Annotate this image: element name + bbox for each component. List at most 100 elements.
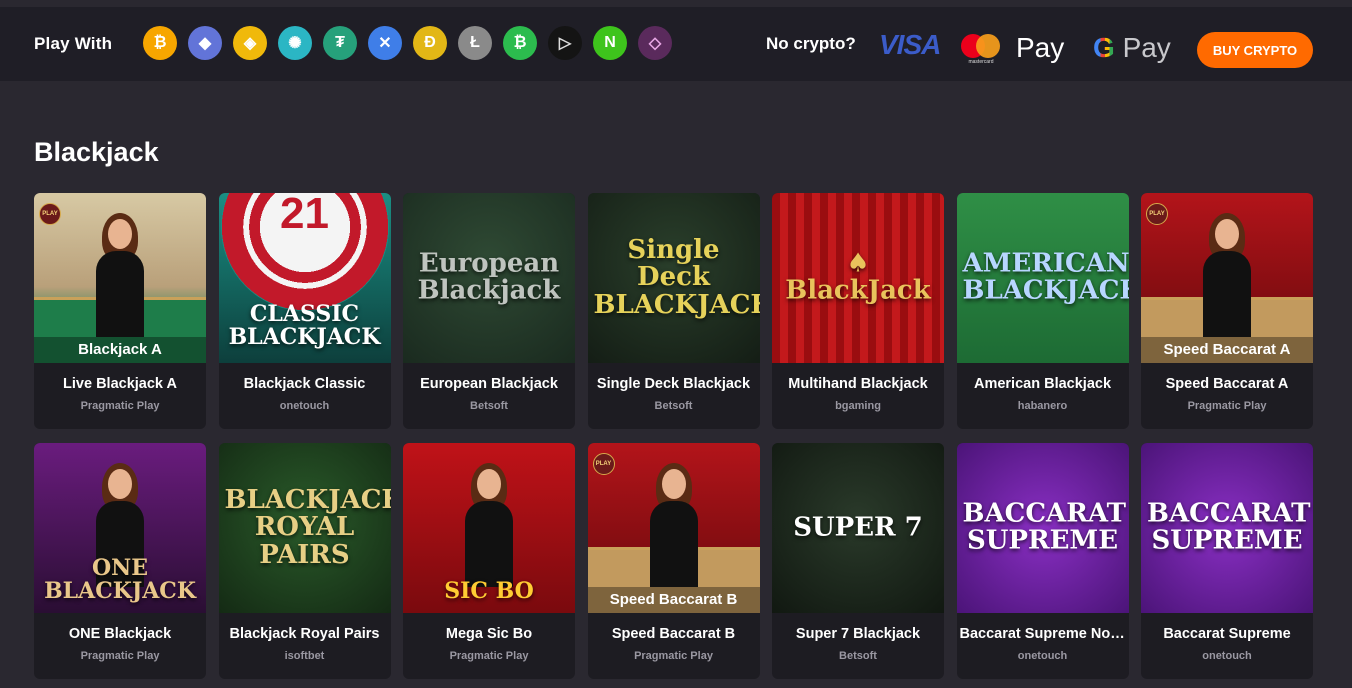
- game-title[interactable]: Live Blackjack A: [34, 376, 206, 392]
- game-provider: isoftbet: [284, 650, 325, 662]
- game-title[interactable]: Baccarat Supreme: [1141, 626, 1313, 642]
- game-card[interactable]: BLACKJACK ROYAL PAIRS Blackjack Royal Pai…: [218, 443, 391, 679]
- game-thumbnail[interactable]: BLACKJACK ROYAL PAIRS: [218, 443, 391, 613]
- game-card[interactable]: AMERICAN BLACKJACK American Blackjack haba…: [956, 193, 1129, 429]
- game-thumbnail[interactable]: 21 CLASSIC BLACKJACK: [218, 193, 391, 363]
- game-thumbnail[interactable]: ONE BLACKJACK: [34, 443, 206, 613]
- game-info: Baccarat Supreme No C... onetouch: [957, 613, 1129, 679]
- game-card[interactable]: SUPER 7 Super 7 Blackjack Betsoft: [772, 443, 944, 679]
- litecoin-icon[interactable]: Ł: [458, 26, 492, 60]
- game-thumbnail[interactable]: BACCARAT SUPREME: [956, 443, 1129, 613]
- apple-pay-logo: Pay: [1016, 32, 1065, 63]
- google-pay-logo: G Pay: [1093, 32, 1171, 63]
- pragmatic-play-badge-icon: PLAY: [592, 453, 615, 475]
- buy-crypto-button[interactable]: BUY CRYPTO: [1197, 32, 1313, 68]
- game-thumbnail[interactable]: SUPER 7: [772, 443, 944, 613]
- game-thumbnail[interactable]: ♠ BlackJack: [772, 193, 944, 363]
- game-info: Speed Baccarat A Pragmatic Play: [1141, 363, 1313, 429]
- game-card[interactable]: Single Deck BLACKJACK Single Deck Blackja…: [587, 193, 760, 429]
- neo-icon[interactable]: N: [593, 26, 627, 60]
- pragmatic-play-badge-icon: PLAY: [1146, 203, 1168, 225]
- game-card[interactable]: SIC BO Mega Sic Bo Pragmatic Play: [403, 443, 575, 679]
- game-thumbnail[interactable]: SIC BO: [403, 443, 575, 613]
- game-info: Live Blackjack A Pragmatic Play: [34, 363, 206, 429]
- game-card[interactable]: European Blackjack European Blackjack Bets…: [403, 193, 575, 429]
- section-title: Blackjack: [34, 137, 159, 167]
- tron-icon[interactable]: ▷: [548, 26, 582, 60]
- game-logo: BACCARAT SUPREME: [1147, 498, 1311, 556]
- game-card[interactable]: BACCARAT SUPREME Baccarat Supreme onetouch: [1141, 443, 1313, 679]
- thumbnail-caption: Speed Baccarat A: [1141, 337, 1313, 363]
- no-crypto-label: No crypto?: [766, 34, 856, 53]
- bitcoin-cash-icon[interactable]: ₿: [503, 26, 537, 60]
- binance-icon[interactable]: ◈: [233, 26, 267, 60]
- game-logo: ♠ BlackJack: [785, 248, 931, 306]
- live-dealer-art: [459, 463, 519, 587]
- game-info: ONE Blackjack Pragmatic Play: [34, 613, 206, 679]
- game-logo: CLASSIC BLACKJACK: [228, 300, 381, 350]
- game-provider: onetouch: [279, 400, 330, 412]
- game-logo: ONE BLACKJACK: [44, 554, 196, 604]
- game-logo: Single Deck BLACKJACK: [593, 235, 760, 320]
- bitcoin-icon[interactable]: ₿: [143, 26, 177, 60]
- ethereum-icon[interactable]: ◆: [188, 26, 222, 60]
- mastercard-logo: mastercard: [961, 34, 1001, 68]
- game-card[interactable]: Blackjack A PLAY Live Blackjack A Pragmatic…: [34, 193, 206, 429]
- game-provider: habanero: [1017, 400, 1068, 412]
- thumbnail-caption: Blackjack A: [34, 337, 206, 363]
- game-title[interactable]: Blackjack Royal Pairs: [219, 626, 391, 642]
- game-card[interactable]: BACCARAT SUPREME Baccarat Supreme No C...…: [956, 443, 1129, 679]
- game-title[interactable]: Baccarat Supreme No C...: [957, 626, 1129, 642]
- game-info: Baccarat Supreme onetouch: [1141, 613, 1313, 679]
- game-provider: Betsoft: [839, 650, 877, 662]
- visa-logo: VISA: [879, 29, 941, 60]
- game-card[interactable]: Speed Baccarat A PLAY Speed Baccarat A Prag…: [1141, 193, 1313, 429]
- google-icon: G: [1093, 32, 1115, 63]
- chip-number: 21: [280, 193, 329, 238]
- game-title[interactable]: Blackjack Classic: [219, 376, 391, 392]
- game-logo: AMERICAN BLACKJACK: [962, 248, 1129, 306]
- game-thumbnail[interactable]: Speed Baccarat A PLAY: [1141, 193, 1313, 363]
- pragmatic-play-badge-icon: PLAY: [39, 203, 61, 225]
- game-logo: BLACKJACK ROYAL PAIRS: [224, 485, 391, 570]
- game-provider: onetouch: [1202, 650, 1252, 662]
- game-card[interactable]: ♠ BlackJack Multihand Blackjack bgaming: [772, 193, 944, 429]
- game-thumbnail[interactable]: Single Deck BLACKJACK: [587, 193, 760, 363]
- game-info: Blackjack Classic onetouch: [219, 363, 391, 429]
- game-info: Multihand Blackjack bgaming: [772, 363, 944, 429]
- game-card[interactable]: 21 CLASSIC BLACKJACK Blackjack Classic onet…: [218, 193, 391, 429]
- game-title[interactable]: Mega Sic Bo: [403, 626, 575, 642]
- tether-icon[interactable]: ₮: [323, 26, 357, 60]
- game-info: Blackjack Royal Pairs isoftbet: [219, 613, 391, 679]
- game-title[interactable]: Multihand Blackjack: [772, 376, 944, 392]
- game-thumbnail[interactable]: AMERICAN BLACKJACK: [956, 193, 1129, 363]
- ripple-icon[interactable]: ✕: [368, 26, 402, 60]
- game-card[interactable]: Speed Baccarat B PLAY Speed Baccarat B Prag…: [587, 443, 760, 679]
- game-provider: Pragmatic Play: [80, 650, 160, 662]
- game-provider: bgaming: [835, 400, 881, 412]
- game-title[interactable]: European Blackjack: [403, 376, 575, 392]
- game-provider: Betsoft: [470, 400, 508, 412]
- game-thumbnail[interactable]: Blackjack A PLAY: [34, 193, 206, 363]
- game-thumbnail[interactable]: Speed Baccarat B PLAY: [587, 443, 760, 613]
- game-card[interactable]: ONE BLACKJACK ONE Blackjack Pragmatic Play: [34, 443, 206, 679]
- game-provider: onetouch: [1017, 650, 1068, 662]
- ethereum-classic-icon[interactable]: ◇: [638, 26, 672, 60]
- live-dealer-art: [1197, 213, 1257, 337]
- game-title[interactable]: Speed Baccarat B: [588, 626, 760, 642]
- crypto-coin-list: ₿ ◆ ◈ ✺ ₮ ✕ Ð Ł ₿ ▷ N ◇: [143, 26, 672, 60]
- game-info: European Blackjack Betsoft: [403, 363, 575, 429]
- game-grid: Blackjack A PLAY Live Blackjack A Pragmatic…: [34, 193, 1313, 679]
- game-title[interactable]: Speed Baccarat A: [1141, 376, 1313, 392]
- game-provider: Pragmatic Play: [449, 650, 529, 662]
- game-title[interactable]: ONE Blackjack: [34, 626, 206, 642]
- cardano-icon[interactable]: ✺: [278, 26, 312, 60]
- game-logo: European Blackjack: [417, 248, 561, 306]
- game-title[interactable]: Super 7 Blackjack: [772, 626, 944, 642]
- game-title[interactable]: Single Deck Blackjack: [588, 376, 760, 392]
- dogecoin-icon[interactable]: Ð: [413, 26, 447, 60]
- game-thumbnail[interactable]: BACCARAT SUPREME: [1141, 443, 1313, 613]
- game-title[interactable]: American Blackjack: [957, 376, 1129, 392]
- game-thumbnail[interactable]: European Blackjack: [403, 193, 575, 363]
- play-with-label: Play With: [34, 34, 113, 53]
